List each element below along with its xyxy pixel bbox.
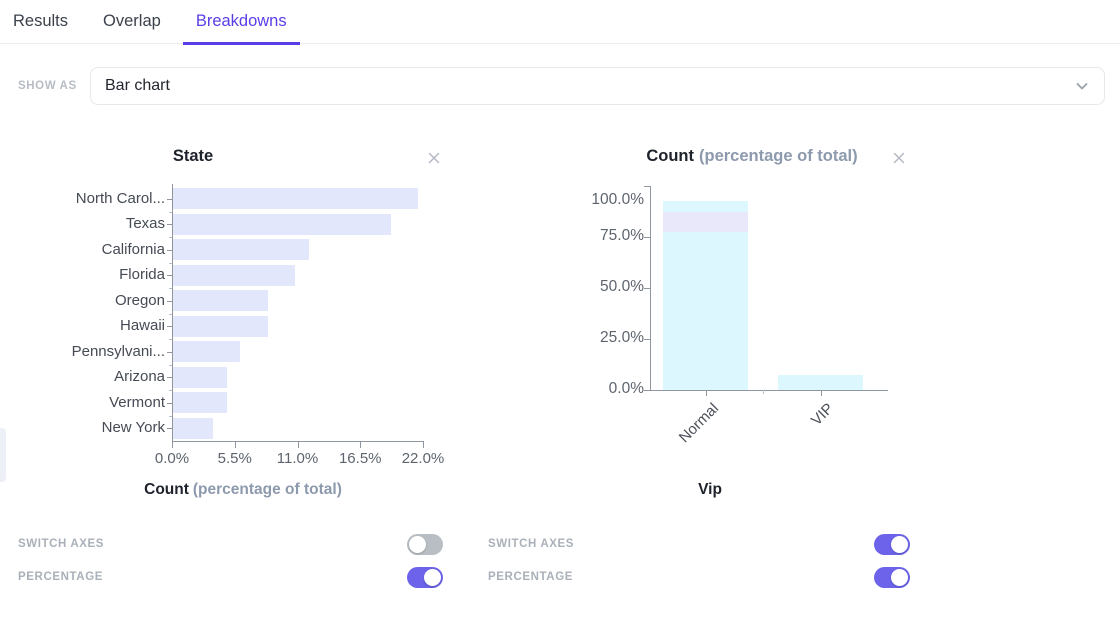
category-label: VIP: [807, 400, 836, 429]
toggle-knob: [891, 569, 908, 586]
category-label: Texas: [29, 215, 165, 233]
count-chart-title-main: Count: [646, 147, 694, 165]
category-label: Oregon: [29, 292, 165, 310]
category-label: Normal: [675, 400, 721, 446]
tab-bar: Results Overlap Breakdowns: [0, 0, 1120, 44]
overlay-segment: [663, 212, 748, 232]
category-tick: [167, 352, 172, 353]
bar-california[interactable]: [173, 239, 309, 260]
y-axis-tick: [644, 237, 650, 238]
y-tick-label: 0.0%: [560, 380, 644, 398]
toggle-knob: [409, 536, 426, 553]
show-as-label: SHOW AS: [18, 80, 77, 92]
count-switch-axes-label: SWITCH AXES: [488, 538, 574, 550]
bar-newyork[interactable]: [173, 418, 213, 439]
count-percentage-label: PERCENTAGE: [488, 571, 573, 583]
category-label: New York: [29, 419, 165, 437]
count-x-axis-line: [650, 390, 888, 391]
bar-florida[interactable]: [173, 265, 295, 286]
category-boundary-tick: [169, 314, 172, 315]
x-axis-tick: [423, 441, 424, 448]
x-tick-label: 5.5%: [205, 450, 265, 467]
bar-hawaii[interactable]: [173, 316, 268, 337]
category-boundary-tick: [169, 416, 172, 417]
tab-breakdowns[interactable]: Breakdowns: [183, 0, 300, 44]
x-axis-tick: [298, 441, 299, 448]
category-label: Vermont: [29, 394, 165, 412]
category-tick: [167, 275, 172, 276]
count-percentage-toggle[interactable]: [874, 567, 910, 588]
state-switch-axes-label: SWITCH AXES: [18, 538, 104, 550]
category-label: Hawaii: [29, 317, 165, 335]
category-tick: [167, 326, 172, 327]
category-tick: [167, 301, 172, 302]
category-tick: [167, 428, 172, 429]
category-boundary-tick: [169, 288, 172, 289]
category-tick: [167, 377, 172, 378]
category-boundary-tick: [169, 212, 172, 213]
show-as-value: Bar chart: [105, 77, 170, 95]
panel-resize-handle[interactable]: [0, 428, 6, 482]
state-chart-title: State: [93, 147, 293, 166]
chevron-down-icon: [1074, 78, 1090, 94]
state-percentage-label: PERCENTAGE: [18, 571, 103, 583]
category-tick: [167, 224, 172, 225]
y-tick-label: 25.0%: [560, 329, 644, 347]
category-label: California: [29, 241, 165, 259]
y-axis-tick: [644, 288, 650, 289]
count-chart-axis-label: Vip: [610, 481, 810, 499]
category-boundary-tick: [169, 263, 172, 264]
category-boundary-tick: [169, 390, 172, 391]
category-boundary-tick: [763, 390, 764, 394]
y-tick-label: 100.0%: [560, 191, 644, 209]
count-chart-close-icon[interactable]: [891, 150, 907, 166]
y-axis-tick: [644, 186, 650, 187]
category-label: North Carol...: [29, 190, 165, 208]
state-axis-label-main: Count: [144, 481, 189, 498]
y-tick-label: 75.0%: [560, 227, 644, 245]
category-boundary-tick: [169, 365, 172, 366]
count-y-axis-line: [650, 186, 651, 391]
x-tick-label: 0.0%: [142, 450, 202, 467]
state-axis-label-suffix: (percentage of total): [193, 481, 342, 498]
category-tick: [167, 250, 172, 251]
show-as-select[interactable]: Bar chart: [90, 67, 1105, 105]
toggle-knob: [891, 536, 908, 553]
x-tick-label: 22.0%: [393, 450, 453, 467]
bar-vermont[interactable]: [173, 392, 227, 413]
x-tick-label: 11.0%: [268, 450, 328, 467]
state-chart-close-icon[interactable]: [426, 150, 442, 166]
count-chart-title-suffix: (percentage of total): [699, 147, 858, 165]
category-label: Pennsylvani...: [29, 343, 165, 361]
y-tick-label: 50.0%: [560, 278, 644, 296]
state-percentage-toggle[interactable]: [407, 567, 443, 588]
category-tick: [167, 199, 172, 200]
state-chart-axis-label: Count(percentage of total): [93, 481, 393, 499]
x-axis-tick: [235, 441, 236, 448]
category-label: Florida: [29, 266, 165, 284]
category-tick: [821, 390, 822, 396]
count-switch-axes-toggle[interactable]: [874, 534, 910, 555]
bar-vip[interactable]: [778, 375, 863, 390]
category-label: Arizona: [29, 368, 165, 386]
tab-results[interactable]: Results: [0, 0, 81, 44]
bar-arizona[interactable]: [173, 367, 227, 388]
x-axis-tick: [172, 441, 173, 448]
x-axis-tick: [360, 441, 361, 448]
bar-pennsylvani[interactable]: [173, 341, 240, 362]
bar-oregon[interactable]: [173, 290, 268, 311]
category-tick: [706, 390, 707, 396]
category-boundary-tick: [169, 339, 172, 340]
bar-texas[interactable]: [173, 214, 391, 235]
x-tick-label: 16.5%: [330, 450, 390, 467]
category-boundary-tick: [169, 237, 172, 238]
breakdowns-page: Results Overlap Breakdowns SHOW AS Bar c…: [0, 0, 1120, 630]
y-axis-tick: [644, 339, 650, 340]
tab-overlap[interactable]: Overlap: [90, 0, 174, 44]
toggle-knob: [424, 569, 441, 586]
bar-northcarol[interactable]: [173, 188, 418, 209]
category-tick: [167, 403, 172, 404]
state-switch-axes-toggle[interactable]: [407, 534, 443, 555]
